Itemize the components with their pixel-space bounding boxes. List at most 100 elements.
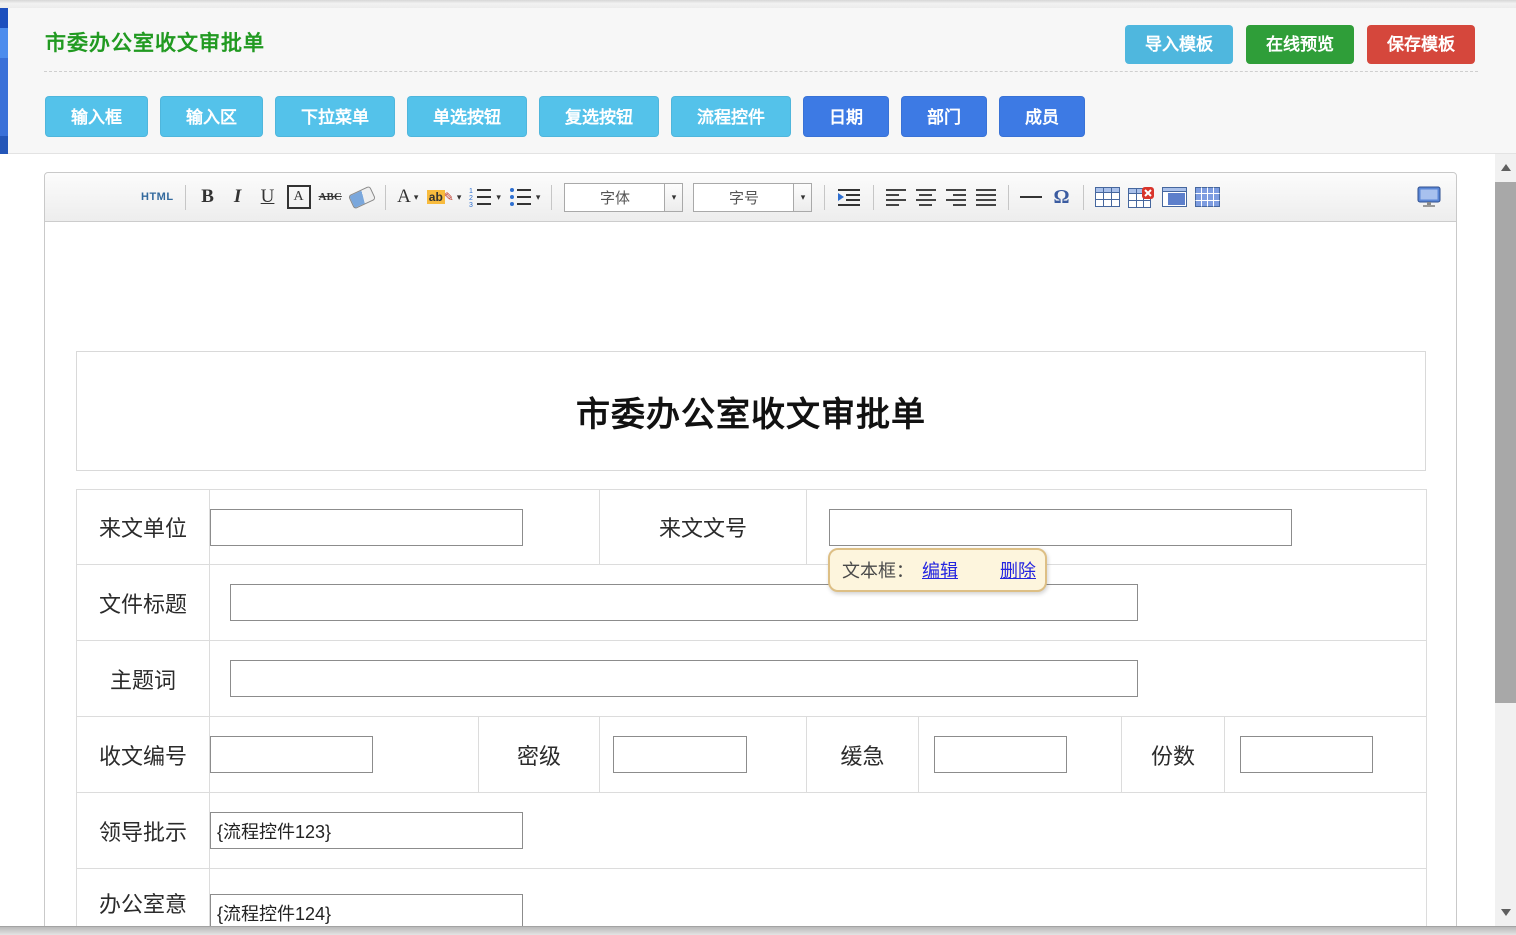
left-edge-panel: [0, 8, 8, 154]
page-header: 市委办公室收文审批单 导入模板 在线预览 保存模板 输入框 输入区 下拉菜单 单…: [8, 8, 1516, 154]
edit-link[interactable]: 编辑: [922, 557, 958, 583]
document-number-input[interactable]: [829, 509, 1292, 546]
add-textarea-button[interactable]: 输入区: [160, 96, 263, 137]
add-checkbox-button[interactable]: 复选按钮: [539, 96, 659, 137]
toolbar-separator: [551, 185, 552, 210]
vertical-scrollbar[interactable]: [1495, 154, 1516, 935]
add-flow-control-button[interactable]: 流程控件: [671, 96, 791, 137]
add-input-box-button[interactable]: 输入框: [45, 96, 148, 137]
format-block-icon[interactable]: A: [287, 184, 311, 210]
add-radio-button[interactable]: 单选按钮: [407, 96, 527, 137]
component-toolbar: 输入框 输入区 下拉菜单 单选按钮 复选按钮 流程控件 日期 部门 成员: [45, 96, 1085, 137]
label-receipt-number: 收文编号: [77, 717, 210, 793]
strikethrough-icon[interactable]: ABC: [319, 184, 342, 210]
source-unit-input[interactable]: [210, 509, 523, 546]
editor-toolbar: HTML B I U A ABC A ▾ ab ✎ ▾: [45, 173, 1456, 222]
font-color-icon[interactable]: A ▾: [397, 184, 419, 210]
template-actions: 导入模板 在线预览 保存模板: [1125, 25, 1475, 64]
chevron-down-icon: ▾: [664, 184, 682, 211]
add-dropdown-button[interactable]: 下拉菜单: [275, 96, 395, 137]
security-level-input[interactable]: [613, 736, 747, 773]
document-title-box: 市委办公室收文审批单: [76, 351, 1426, 471]
label-source-unit: 来文单位: [77, 490, 210, 565]
align-left-icon[interactable]: [885, 184, 907, 210]
urgency-input[interactable]: [934, 736, 1067, 773]
table-row: 主题词: [77, 641, 1427, 717]
scrollbar-thumb[interactable]: [1495, 182, 1516, 703]
svg-text:1: 1: [469, 188, 473, 195]
svg-text:2: 2: [469, 195, 473, 202]
tooltip-label: 文本框：: [842, 557, 914, 583]
rich-text-editor: HTML B I U A ABC A ▾ ab ✎ ▾: [44, 172, 1457, 935]
add-department-button[interactable]: 部门: [901, 96, 987, 137]
import-template-button[interactable]: 导入模板: [1125, 25, 1233, 64]
label-file-title: 文件标题: [77, 565, 210, 641]
highlight-color-icon[interactable]: ab ✎ ▾: [427, 184, 462, 210]
textbox-context-tooltip: 文本框： 编辑 删除: [828, 548, 1047, 592]
chevron-down-icon: ▾: [536, 192, 541, 203]
label-copies: 份数: [1122, 717, 1225, 793]
page-title: 市委办公室收文审批单: [45, 27, 265, 57]
scroll-up-arrow-icon[interactable]: [1495, 158, 1516, 176]
bold-icon[interactable]: B: [197, 184, 219, 210]
toolbar-separator: [185, 185, 186, 210]
toolbar-separator: [385, 185, 386, 210]
app-window: 市委办公室收文审批单 导入模板 在线预览 保存模板 输入框 输入区 下拉菜单 单…: [0, 0, 1516, 935]
table-row: 收文编号 密级 缓急 份数: [77, 717, 1427, 793]
label-urgency: 缓急: [807, 717, 919, 793]
chevron-down-icon: ▾: [457, 192, 462, 203]
ordered-list-icon[interactable]: 1 2 3 ▾: [469, 184, 501, 210]
document-title: 市委办公室收文审批单: [576, 387, 926, 436]
add-member-button[interactable]: 成员: [999, 96, 1085, 137]
split-cells-icon[interactable]: [1195, 184, 1220, 210]
merge-cells-icon[interactable]: [1162, 184, 1187, 210]
indent-icon[interactable]: [836, 184, 862, 210]
copies-input[interactable]: [1240, 736, 1373, 773]
save-template-button[interactable]: 保存模板: [1367, 25, 1475, 64]
label-document-number: 来文文号: [600, 490, 807, 565]
special-character-icon[interactable]: Ω: [1050, 184, 1072, 210]
pencil-icon: ✎: [444, 190, 454, 204]
source-code-icon[interactable]: HTML: [141, 184, 174, 210]
receipt-number-input[interactable]: [210, 736, 373, 773]
label-security-level: 密级: [479, 717, 600, 793]
delete-table-icon[interactable]: [1128, 184, 1154, 210]
align-center-icon[interactable]: [915, 184, 937, 210]
align-right-icon[interactable]: [945, 184, 967, 210]
svg-text:3: 3: [469, 202, 473, 208]
left-edge-segment: [0, 28, 8, 58]
editor-content[interactable]: 市委办公室收文审批单 来文单位 来文文号: [45, 222, 1456, 935]
table-row: 文件标题: [77, 565, 1427, 641]
label-subject-words: 主题词: [77, 641, 210, 717]
scroll-down-arrow-icon[interactable]: [1495, 903, 1516, 921]
chevron-down-icon: ▾: [496, 192, 501, 203]
online-preview-button[interactable]: 在线预览: [1246, 25, 1354, 64]
subject-words-input[interactable]: [230, 660, 1138, 697]
align-justify-icon[interactable]: [975, 184, 997, 210]
chevron-down-icon: ▾: [414, 192, 419, 203]
unordered-list-icon[interactable]: ▾: [509, 184, 541, 210]
horizontal-scrollbar-track[interactable]: [0, 926, 1516, 935]
remove-format-eraser-icon[interactable]: [350, 184, 374, 210]
font-family-select[interactable]: 字体 ▾: [564, 183, 683, 212]
chevron-down-icon: ▾: [793, 184, 811, 211]
table-row: 来文单位 来文文号: [77, 490, 1427, 565]
left-edge-segment: [0, 136, 8, 154]
underline-icon[interactable]: U: [257, 184, 279, 210]
delete-link[interactable]: 删除: [1000, 557, 1036, 583]
font-size-select[interactable]: 字号 ▾: [693, 183, 812, 212]
table-row: 领导批示: [77, 793, 1427, 869]
toolbar-separator: [1083, 185, 1084, 210]
horizontal-rule-icon[interactable]: [1020, 184, 1042, 210]
header-divider: [44, 71, 1478, 72]
insert-table-icon[interactable]: [1095, 184, 1120, 210]
italic-icon[interactable]: I: [227, 184, 249, 210]
toolbar-separator: [873, 185, 874, 210]
fullscreen-icon[interactable]: [1416, 184, 1442, 210]
add-date-button[interactable]: 日期: [803, 96, 889, 137]
label-leader-instructions: 领导批示: [77, 793, 210, 869]
toolbar-separator: [1008, 185, 1009, 210]
left-edge-segment: [0, 8, 8, 28]
leader-instructions-input[interactable]: [210, 812, 523, 849]
toolbar-separator: [824, 185, 825, 210]
